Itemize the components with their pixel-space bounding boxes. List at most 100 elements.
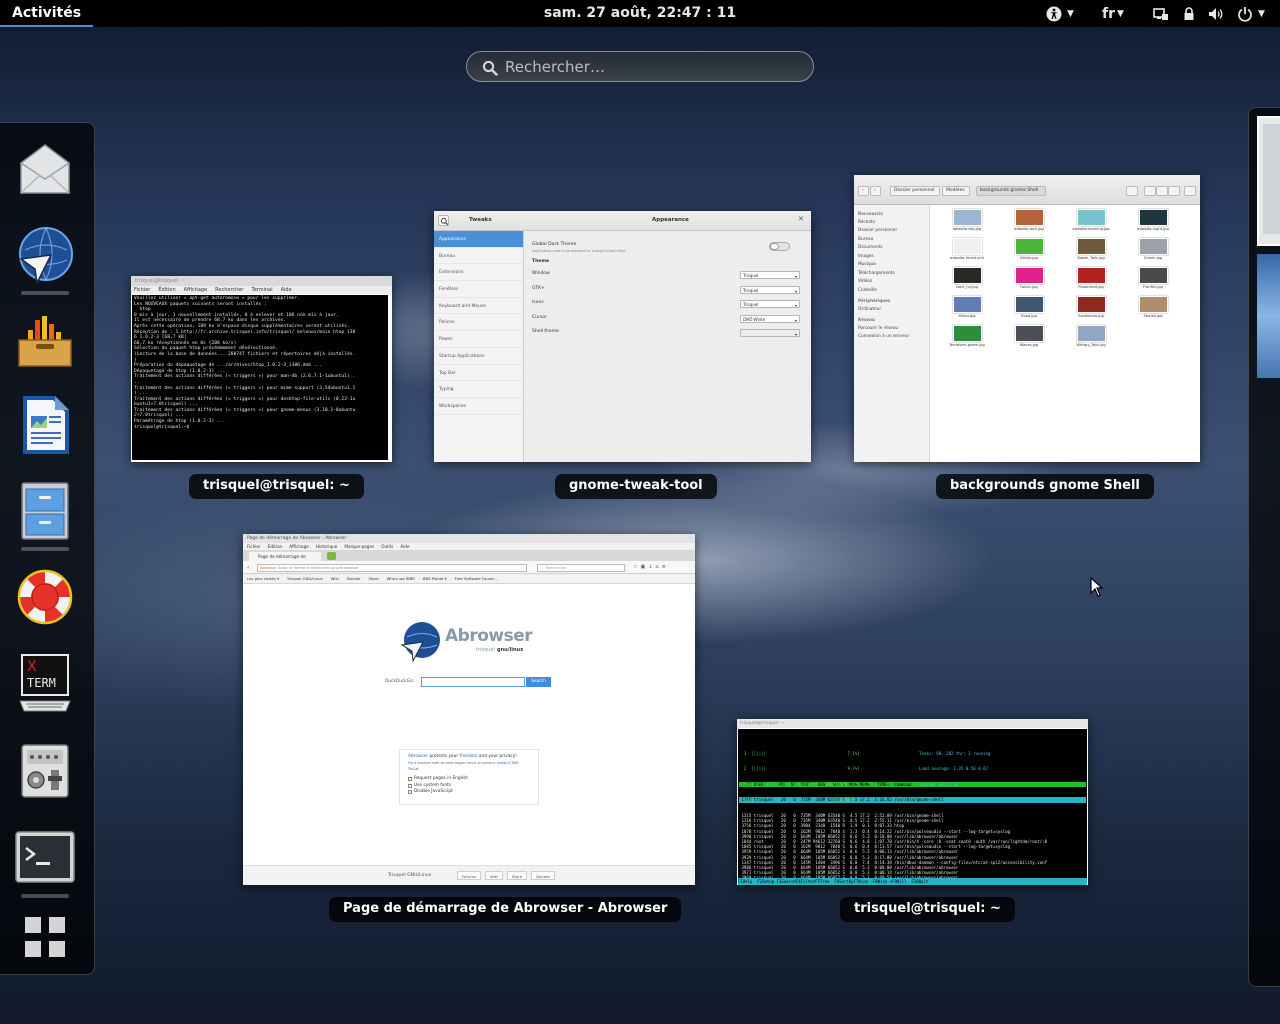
browser-tab[interactable]: Page de démarrage de Abrowser xyxy=(249,552,321,568)
toolbar-icons[interactable]: ☆▣↓⌂≡ xyxy=(633,564,669,570)
file-item[interactable]: Fronfinl.jpg xyxy=(1122,267,1184,296)
chevron-down-icon[interactable] xyxy=(1168,186,1180,196)
network-status[interactable] xyxy=(1153,0,1169,27)
workspace-2[interactable] xyxy=(1257,254,1280,378)
ddg-search-button[interactable]: Search xyxy=(526,677,551,687)
privacy-option[interactable]: Disable JavaScript xyxy=(408,789,530,796)
breadcrumb-modeles[interactable]: Modèles xyxy=(942,186,970,196)
sidebar-item[interactable]: Corbeille xyxy=(858,287,929,296)
dash-abrowser[interactable] xyxy=(13,223,77,295)
dash-show-apps[interactable] xyxy=(13,905,77,969)
file-item[interactable]: adwaita-day.jpg xyxy=(936,209,998,238)
search-icon[interactable] xyxy=(438,215,449,226)
bookmark-item[interactable]: BBS Planet ▾ xyxy=(423,574,447,583)
volume-status[interactable] xyxy=(1208,0,1224,27)
file-item[interactable]: adwaita-lock.jpg xyxy=(998,209,1060,238)
sidebar-item[interactable]: Parcourir le réseau xyxy=(858,325,929,334)
dash-terminal[interactable] xyxy=(13,826,77,898)
sidebar-item[interactable]: Appearance xyxy=(434,231,523,248)
dash-system-monitor[interactable] xyxy=(13,307,77,371)
url-bar[interactable]: Abrowser Saisir un terme à rechercher ou… xyxy=(257,564,527,572)
menu-item[interactable]: Fichier xyxy=(134,286,150,294)
sidebar-item[interactable]: Téléchargements xyxy=(858,270,929,279)
lock-status[interactable] xyxy=(1181,0,1197,27)
window-terminal-install[interactable]: trisquel@trisquel: ~ Fichier Édition Aff… xyxy=(131,276,392,462)
file-item[interactable]: Dark_Ivy.jpg xyxy=(936,267,998,296)
theme-select[interactable]: DMZ-White xyxy=(740,314,800,323)
forward-button[interactable]: › xyxy=(870,186,881,196)
sidebar-item[interactable]: Polices xyxy=(434,314,523,332)
file-item[interactable]: adwaita-morning.jpg xyxy=(1060,209,1122,238)
footer-link[interactable]: Wiki xyxy=(485,871,504,880)
sidebar-item[interactable]: Images xyxy=(858,253,929,262)
footer-link[interactable]: Forums xyxy=(457,871,482,880)
file-item[interactable]: Stones.jpg xyxy=(1122,296,1184,325)
file-item[interactable]: Fabric.jpg xyxy=(998,267,1060,296)
file-item[interactable]: Terraform-green.jpg xyxy=(936,325,998,354)
accessibility-menu[interactable]: ▼ xyxy=(1046,0,1074,27)
file-item[interactable]: Waves.jpg xyxy=(998,325,1060,354)
menu-item[interactable]: Affichage xyxy=(184,286,208,294)
file-item[interactable]: Sandstone.jpg xyxy=(1060,296,1122,325)
global-dark-toggle[interactable] xyxy=(769,242,790,251)
dash-help[interactable] xyxy=(13,565,77,629)
back-button[interactable]: ‹ xyxy=(858,186,869,196)
search-bar[interactable]: Rechercher xyxy=(537,564,625,572)
gear-icon[interactable] xyxy=(1184,186,1196,196)
sidebar-item[interactable]: Dossier personnel xyxy=(858,227,929,236)
bookmark-item[interactable]: Trisquel GNU/Linux xyxy=(287,574,323,583)
dash-mail[interactable] xyxy=(13,137,77,201)
window-terminal-htop[interactable]: trisquel@trisquel: ~ 1 [||||| 7.1%] 2 [|… xyxy=(737,719,1088,885)
menu-item[interactable]: Terminal xyxy=(251,286,272,294)
menu-item[interactable]: Aide xyxy=(400,543,409,550)
dash-settings[interactable] xyxy=(13,739,77,803)
sidebar-item[interactable]: Ordinateur xyxy=(858,306,929,315)
new-tab-button[interactable] xyxy=(327,552,336,560)
clock-label[interactable]: sam. 27 août, 22:47 : 11 xyxy=(544,5,736,21)
bookmark-item[interactable]: Who's we IBBR xyxy=(387,574,415,583)
theme-select[interactable]: Trisquel xyxy=(740,271,800,279)
menu-item[interactable]: Affichage xyxy=(289,543,309,550)
theme-select[interactable] xyxy=(740,329,800,337)
file-item[interactable]: Flowerbed.jpg xyxy=(1060,267,1122,296)
file-item[interactable]: Whispy_Tails.jpg xyxy=(1060,325,1122,354)
sidebar-item[interactable]: Connexion à un serveur xyxy=(858,333,929,342)
menu-item[interactable]: Édition xyxy=(158,286,175,294)
checkbox[interactable] xyxy=(408,777,412,782)
freedom-link[interactable]: freedom xyxy=(460,754,478,759)
menu-item[interactable]: Aide xyxy=(281,286,292,294)
window-caption[interactable]: backgrounds gnome Shell xyxy=(936,474,1154,499)
menu-item[interactable]: Rechercher xyxy=(215,286,243,294)
breadcrumb-home[interactable]: Dossier personnel xyxy=(890,186,940,196)
breadcrumb-current[interactable]: backgrounds gnome Shell xyxy=(976,186,1046,196)
file-item[interactable]: adwaita-timed.xml xyxy=(936,238,998,267)
file-item[interactable]: adwaita-night.jpg xyxy=(1122,209,1184,238)
bookmark-item[interactable]: Wiki xyxy=(331,574,339,583)
bookmark-item[interactable]: Store xyxy=(369,574,379,583)
theme-select[interactable]: Trisquel xyxy=(740,300,800,308)
menu-item[interactable]: Outils xyxy=(381,543,393,550)
back-icon[interactable]: ‹ xyxy=(247,564,249,571)
sidebar-item[interactable]: Startup Applications xyxy=(434,348,523,365)
window-caption[interactable]: gnome-tweak-tool xyxy=(555,474,717,499)
system-menu[interactable]: ▼ xyxy=(1237,0,1265,27)
file-item[interactable]: Road.jpg xyxy=(998,296,1060,325)
window-abrowser[interactable]: Page de démarrage de Abrowser - Abrowser… xyxy=(243,534,695,885)
window-tweak-tool[interactable]: Tweaks Appearance ✕ Appearance Bureau Exte… xyxy=(434,211,811,462)
menu-item[interactable]: Historique xyxy=(316,543,337,550)
checkbox[interactable] xyxy=(408,790,412,795)
window-caption[interactable]: trisquel@trisquel: ~ xyxy=(189,474,364,499)
checkbox[interactable] xyxy=(408,783,412,788)
sidebar-item[interactable]: Fenêtres xyxy=(434,281,523,298)
sidebar-item[interactable]: Récents xyxy=(858,219,929,228)
file-item[interactable]: Bokeh_Tails.jpg xyxy=(1060,238,1122,267)
dash-writer[interactable] xyxy=(13,393,77,457)
sidebar-item[interactable]: Keyboard and Mouse xyxy=(434,298,523,315)
file-item[interactable]: Mirror.jpg xyxy=(936,296,998,325)
file-item[interactable]: Blinds.jpg xyxy=(998,238,1060,267)
sidebar-item[interactable]: Extensions xyxy=(434,264,523,282)
workspace-1[interactable] xyxy=(1257,116,1280,246)
theme-select[interactable]: Trisquel xyxy=(740,285,800,294)
menu-item[interactable]: Marque-pages xyxy=(344,543,374,550)
window-caption[interactable]: Page de démarrage de Abrowser - Abrowser xyxy=(329,897,682,922)
